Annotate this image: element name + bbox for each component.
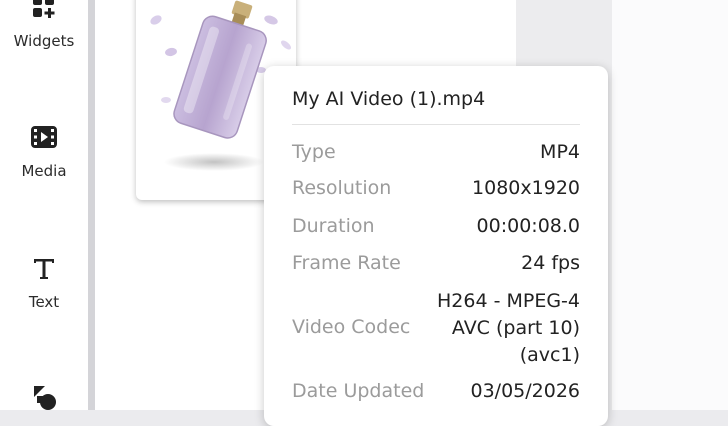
info-key: Duration (292, 215, 375, 237)
file-info-popover: My AI Video (1).mp4 Type MP4 Resolution … (264, 66, 608, 426)
info-value: 24 fps (521, 252, 580, 274)
file-name: My AI Video (1).mp4 (292, 88, 486, 110)
sidebar-divider (88, 0, 95, 410)
shapes-icon (29, 382, 59, 412)
sidebar-item-widgets[interactable]: Widgets (0, 0, 88, 50)
codec-line: (avc1) (519, 344, 580, 366)
text-icon (29, 253, 59, 283)
sidebar-item-media[interactable]: Media (0, 122, 88, 180)
info-key: Type (292, 141, 336, 163)
codec-line: H264 - MPEG-4 (436, 290, 580, 312)
info-key: Video Codec (292, 316, 411, 338)
codec-line: AVC (part 10) (451, 317, 580, 339)
sidebar-item-label: Widgets (13, 32, 75, 50)
left-sidebar: Widgets Media Text (0, 0, 88, 410)
info-key: Frame Rate (292, 252, 401, 274)
media-icon (29, 122, 59, 152)
canvas-edge (612, 0, 728, 410)
info-key: Date Updated (292, 380, 425, 402)
info-value: 1080x1920 (472, 177, 580, 199)
info-key: Resolution (292, 177, 392, 199)
sidebar-item-text[interactable]: Text (0, 253, 88, 311)
widgets-icon (29, 0, 59, 22)
info-value: MP4 (540, 141, 580, 163)
info-row-video-codec: Video Codec H264 - MPEG-4 AVC (part 10) … (292, 288, 580, 370)
divider (292, 124, 580, 125)
sidebar-item-label: Text (28, 293, 60, 311)
info-value: 03/05/2026 (470, 380, 580, 402)
info-value: H264 - MPEG-4 AVC (part 10) (avc1) (437, 288, 580, 369)
sidebar-item-label: Media (21, 162, 67, 180)
info-value: 00:00:08.0 (476, 215, 580, 237)
sidebar-item-shapes[interactable] (0, 382, 88, 412)
